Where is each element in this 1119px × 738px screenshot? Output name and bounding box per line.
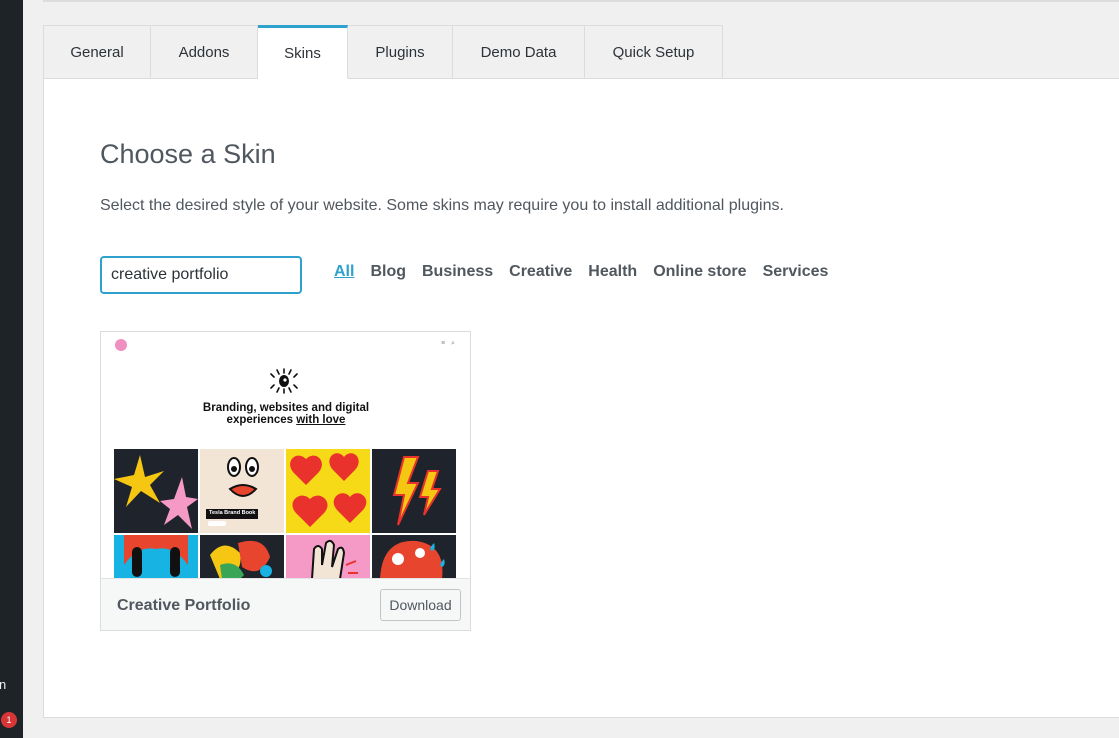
filter-health[interactable]: Health <box>588 263 637 281</box>
filter-online-store[interactable]: Online store <box>653 263 746 281</box>
preview-tile-hand <box>286 535 370 578</box>
preview-tile-hearts <box>286 449 370 533</box>
tab-general[interactable]: General <box>43 25 151 79</box>
preview-headline: Branding, websites and digital experienc… <box>202 402 370 426</box>
page-description: Select the desired style of your website… <box>100 197 784 214</box>
preview-tile-shapes <box>200 535 284 578</box>
tab-quick-setup[interactable]: Quick Setup <box>585 25 723 79</box>
preview-tile-blue <box>114 535 198 578</box>
preview-menu-icon: ≡ ⌕ <box>441 340 457 347</box>
skin-search-input[interactable] <box>100 256 302 294</box>
tab-addons[interactable]: Addons <box>151 25 258 79</box>
tab-plugins[interactable]: Plugins <box>348 25 453 79</box>
preview-tile-stars <box>114 449 198 533</box>
settings-tabs: General Addons Skins Plugins Demo Data Q… <box>43 25 723 79</box>
skin-name: Creative Portfolio <box>117 597 251 614</box>
top-divider <box>43 0 1119 2</box>
tab-skins[interactable]: Skins <box>258 25 348 79</box>
skin-card-footer: Creative Portfolio Download <box>101 578 470 630</box>
skin-card[interactable]: ≡ ⌕ Branding, websites and digital exper… <box>100 331 471 631</box>
tab-demo-data[interactable]: Demo Data <box>453 25 585 79</box>
filter-all[interactable]: All <box>334 263 354 281</box>
sidebar-partial-label[interactable]: n <box>0 677 6 692</box>
skin-preview-image[interactable]: ≡ ⌕ Branding, websites and digital exper… <box>101 332 470 578</box>
preview-tile-mushroom <box>372 535 456 578</box>
filter-creative[interactable]: Creative <box>509 263 572 281</box>
filter-services[interactable]: Services <box>763 263 829 281</box>
filter-blog[interactable]: Blog <box>370 263 406 281</box>
preview-logo-icon <box>115 339 127 351</box>
page-title: Choose a Skin <box>100 139 276 169</box>
preview-tile-face: Tesla Brand Book <box>200 449 284 533</box>
category-filters: All Blog Business Creative Health Online… <box>334 263 828 281</box>
preview-eye-icon <box>270 368 298 394</box>
skins-panel: Choose a Skin Select the desired style o… <box>43 78 1119 718</box>
download-button[interactable]: Download <box>380 589 461 621</box>
admin-sidebar: n 1 <box>0 0 23 738</box>
notification-badge[interactable]: 1 <box>1 712 17 728</box>
preview-tile-lightning <box>372 449 456 533</box>
filter-business[interactable]: Business <box>422 263 493 281</box>
